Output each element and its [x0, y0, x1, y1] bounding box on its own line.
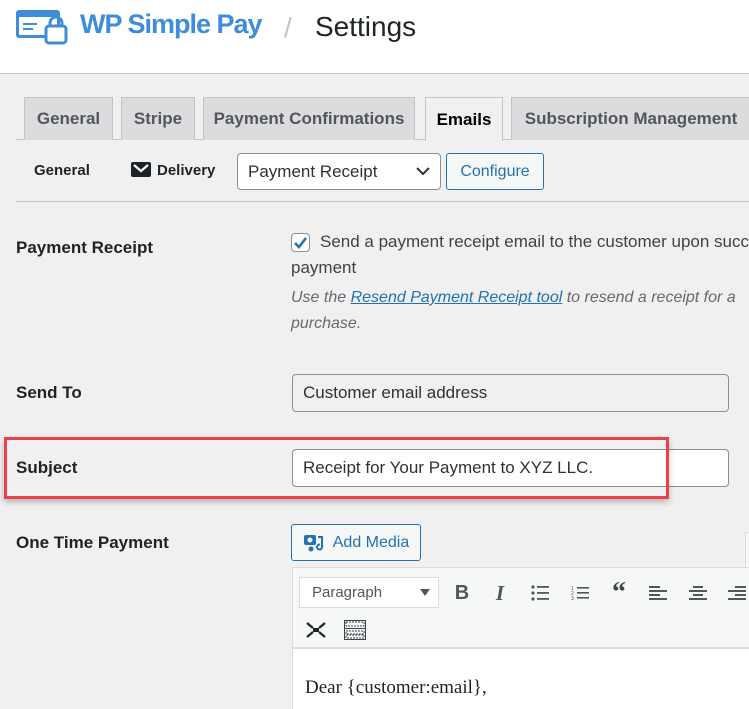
- align-right-button[interactable]: [722, 578, 749, 608]
- email-type-select-value: Payment Receipt: [248, 162, 378, 181]
- tab-general[interactable]: General: [24, 97, 113, 140]
- editor-mode-tab[interactable]: [745, 532, 749, 568]
- payment-receipt-checkbox-label-cont: payment: [291, 258, 357, 277]
- page-header: WP Simple Pay / Settings: [0, 0, 749, 74]
- add-media-label: Add Media: [332, 533, 410, 551]
- payment-receipt-checkbox[interactable]: [291, 233, 310, 252]
- chevron-down-icon: [416, 167, 430, 176]
- one-time-payment-label: One Time Payment: [16, 533, 169, 552]
- envelope-icon: [131, 162, 151, 177]
- numbered-list-icon: 1 2 3: [571, 586, 589, 601]
- format-select[interactable]: Paragraph: [299, 577, 439, 608]
- align-left-icon: [649, 586, 667, 600]
- divider: [16, 201, 749, 202]
- subnav-delivery-label: Delivery: [157, 162, 216, 179]
- bold-button[interactable]: B: [447, 578, 477, 608]
- checkmark-icon: [294, 237, 308, 249]
- media-icon: [303, 534, 323, 551]
- italic-icon: I: [495, 580, 505, 605]
- tab-subscription-management[interactable]: Subscription Management: [511, 97, 749, 140]
- subject-label: Subject: [16, 458, 78, 477]
- format-select-value: Paragraph: [312, 584, 383, 601]
- desc-suffix: to resend a receipt for a: [562, 289, 736, 306]
- bulleted-list-icon: [531, 585, 549, 601]
- tab-stripe[interactable]: Stripe: [121, 97, 195, 140]
- brand-name[interactable]: WP Simple Pay: [80, 9, 263, 40]
- svg-text:3: 3: [571, 596, 574, 601]
- editor-toolbar: Paragraph B I 1 2 3 “: [292, 567, 749, 649]
- blockquote-icon: “: [612, 577, 626, 608]
- add-media-button[interactable]: Add Media: [291, 524, 421, 561]
- editor-content[interactable]: Dear {customer:email},: [292, 649, 749, 709]
- bulleted-list-button[interactable]: [525, 578, 555, 608]
- fullscreen-icon: [306, 622, 326, 638]
- page-title: Settings: [315, 11, 417, 42]
- dropdown-arrow-icon: [420, 589, 430, 596]
- breadcrumb-separator: /: [284, 12, 292, 43]
- settings-tabs: General Stripe Payment Confirmations Ema…: [16, 97, 749, 141]
- align-left-button[interactable]: [643, 578, 673, 608]
- payment-receipt-description: Use the Resend Payment Receipt tool to r…: [291, 289, 736, 307]
- wp-simple-pay-logo-icon: [16, 10, 68, 45]
- editor-body-text: Dear {customer:email},: [305, 677, 487, 698]
- payment-receipt-description-cont: purchase.: [291, 315, 362, 332]
- keyboard-icon: [344, 620, 366, 640]
- subnav-general[interactable]: General: [34, 162, 90, 179]
- italic-button[interactable]: I: [485, 578, 515, 608]
- tab-payment-confirmations[interactable]: Payment Confirmations: [203, 97, 415, 140]
- align-center-button[interactable]: [683, 578, 713, 608]
- subnav-delivery[interactable]: Delivery: [131, 162, 215, 179]
- resend-receipt-tool-link[interactable]: Resend Payment Receipt tool: [351, 289, 563, 306]
- subject-input[interactable]: [292, 449, 729, 487]
- configure-button[interactable]: Configure: [446, 153, 544, 190]
- payment-receipt-checkbox-label: Send a payment receipt email to the cust…: [320, 232, 749, 251]
- bold-icon: B: [454, 581, 470, 604]
- payment-receipt-label: Payment Receipt: [16, 238, 153, 257]
- email-type-select[interactable]: Payment Receipt: [237, 153, 441, 190]
- numbered-list-button[interactable]: 1 2 3: [565, 578, 595, 608]
- desc-prefix: Use the: [291, 289, 351, 306]
- align-center-icon: [689, 586, 707, 600]
- blockquote-button[interactable]: “: [604, 578, 634, 608]
- align-right-icon: [728, 586, 746, 600]
- send-to-input[interactable]: [292, 374, 729, 412]
- send-to-label: Send To: [16, 383, 82, 402]
- fullscreen-button[interactable]: [301, 615, 331, 645]
- toolbar-toggle-button[interactable]: [340, 615, 370, 645]
- tab-emails[interactable]: Emails: [425, 97, 503, 141]
